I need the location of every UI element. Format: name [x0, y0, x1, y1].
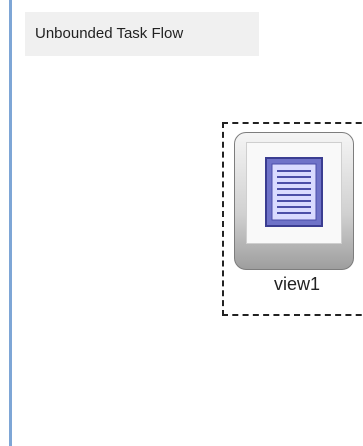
page-document-icon [265, 157, 323, 227]
view-node-label[interactable]: view1 [224, 274, 363, 295]
view-activity-node[interactable]: view1 [222, 122, 363, 316]
left-edge-rule [9, 0, 12, 446]
view-node-tile[interactable] [234, 132, 354, 270]
task-flow-title: Unbounded Task Flow [25, 12, 259, 56]
view-node-face [246, 142, 342, 244]
task-flow-diagram-canvas[interactable]: Unbounded Task Flow view1 [0, 0, 363, 446]
